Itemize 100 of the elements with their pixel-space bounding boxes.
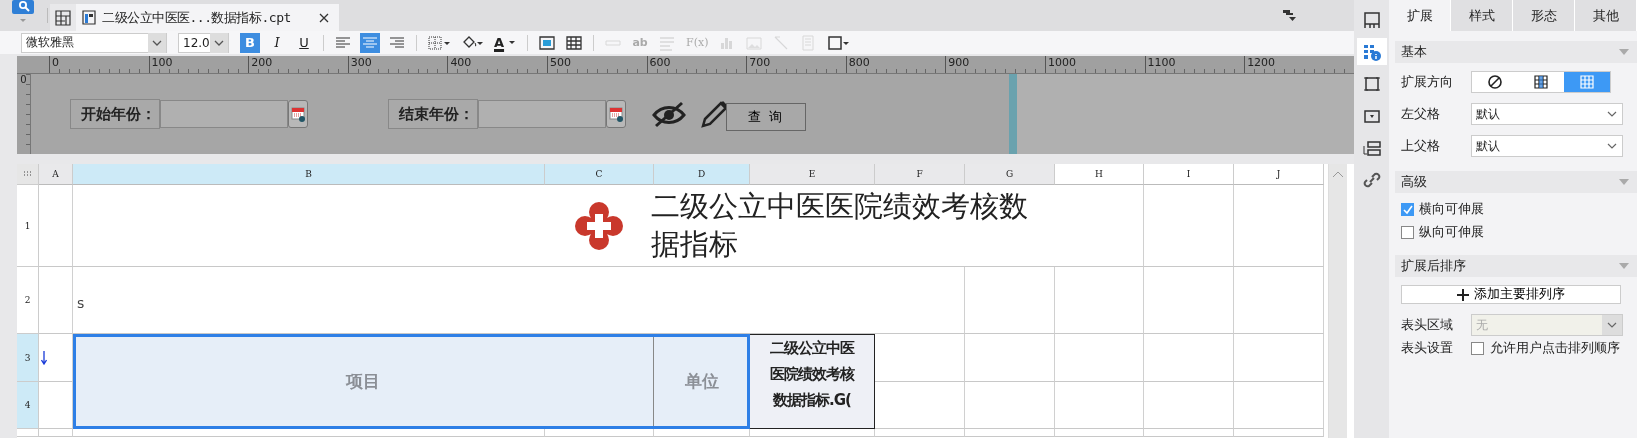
- plus-icon: [1457, 288, 1469, 301]
- row-header[interactable]: 4: [17, 382, 39, 429]
- font-size-select[interactable]: 12.0: [178, 32, 229, 53]
- no-expand-icon: [1487, 74, 1503, 90]
- field-label: 扩展方向: [1401, 73, 1454, 91]
- down-arrow-icon: [41, 350, 47, 365]
- select-all-button[interactable]: [17, 164, 39, 185]
- collapse-caret-icon: [1619, 49, 1629, 55]
- report-title: 二级公立中医医院绩效考核数据指标: [651, 187, 1029, 263]
- ruler-label: 100: [148, 56, 249, 73]
- font-select[interactable]: 微软雅黑: [21, 32, 167, 53]
- image-icon: [746, 34, 763, 51]
- section-title: 高级: [1401, 173, 1427, 191]
- search-icon: [11, 0, 34, 14]
- column-header[interactable]: D: [654, 164, 750, 185]
- ruler-label: 1100: [1144, 56, 1245, 73]
- tab-label: 二级公立中医医...数据指标.cpt: [102, 8, 291, 27]
- ruler-label: 800: [845, 56, 946, 73]
- checkbox[interactable]: [1401, 226, 1414, 239]
- section-title: 扩展后排序: [1401, 257, 1466, 275]
- ruler-label: 1200: [1244, 56, 1344, 73]
- ruler-label: 900: [945, 56, 1045, 73]
- grip-icon: [22, 171, 33, 177]
- row-header[interactable]: [17, 429, 39, 437]
- scroll-up-icon: [1332, 170, 1344, 178]
- column-header[interactable]: B: [73, 164, 545, 185]
- splitter-bar[interactable]: [1009, 74, 1017, 154]
- field-label: 上父格: [1401, 137, 1441, 155]
- add-sort-button[interactable]: 添加主要排列序: [1401, 285, 1621, 304]
- caret-icon: [1602, 315, 1622, 335]
- section-header[interactable]: 扩展后排序: [1395, 255, 1637, 277]
- close-icon[interactable]: [318, 12, 329, 23]
- row-header[interactable]: 3: [17, 334, 39, 382]
- column-header[interactable]: E: [750, 164, 875, 185]
- border-icon: [428, 34, 450, 51]
- calendar-button[interactable]: [606, 100, 626, 128]
- row-header[interactable]: 1: [17, 185, 39, 267]
- collapse-caret-icon: [1619, 179, 1629, 185]
- checkbox[interactable]: [1401, 203, 1414, 216]
- eye-slash-icon: [652, 100, 686, 128]
- parameter-label: 结束年份：: [388, 99, 478, 129]
- ruler-label: 700: [746, 56, 846, 73]
- table-cell: 项目: [73, 334, 654, 429]
- dropdown-field[interactable]: 默认: [1471, 103, 1623, 125]
- section-title: 基本: [1401, 43, 1427, 61]
- calendar-icon: [609, 106, 623, 122]
- column-header[interactable]: G: [965, 164, 1055, 185]
- align-left-icon: [335, 34, 351, 51]
- column-header[interactable]: F: [875, 164, 965, 185]
- calendar-button[interactable]: [288, 100, 308, 128]
- underline-button[interactable]: U: [294, 32, 314, 53]
- panel-tab[interactable]: 形态: [1513, 0, 1575, 31]
- cell-attributes-icon: [1362, 42, 1381, 61]
- square-frame-icon: [1362, 74, 1381, 93]
- panel-tab[interactable]: 其他: [1575, 0, 1637, 31]
- dropdown-field[interactable]: 默认: [1471, 135, 1623, 157]
- field-label: 表头区域: [1401, 316, 1454, 334]
- field-label: 左父格: [1401, 105, 1441, 123]
- caret-icon: [18, 18, 27, 23]
- document-icon: [800, 34, 817, 51]
- dropdown-menu-icon[interactable]: [1282, 8, 1296, 23]
- ruler-label: 1000: [1044, 56, 1145, 73]
- merge-cells-icon: [539, 34, 556, 51]
- ruler-label: 300: [347, 56, 448, 73]
- table-cell: 二级公立中医 医院绩效考核 数据指标.G(: [750, 334, 875, 429]
- checkbox-label: 横向可伸展: [1419, 201, 1484, 218]
- align-center-button[interactable]: [360, 32, 380, 53]
- table-cell: 单位: [654, 334, 750, 429]
- field-label: 表头设置: [1401, 340, 1454, 357]
- slash-icon: [773, 34, 790, 51]
- checkbox-label: 纵向可伸展: [1419, 224, 1484, 241]
- row-header[interactable]: 2: [17, 267, 39, 334]
- query-button[interactable]: 查 询: [726, 102, 806, 131]
- new-tab-button[interactable]: [50, 4, 76, 31]
- date-field[interactable]: [160, 100, 288, 128]
- ruler-label: 0: [49, 56, 149, 73]
- form-icon: [1362, 138, 1381, 157]
- column-header[interactable]: C: [545, 164, 654, 185]
- italic-button[interactable]: I: [267, 32, 287, 53]
- date-field[interactable]: [478, 100, 606, 128]
- ruler-label: 400: [447, 56, 547, 73]
- section-header[interactable]: 高级: [1395, 171, 1637, 193]
- segmented-control[interactable]: [1471, 71, 1611, 93]
- cell-text: s: [77, 295, 85, 311]
- panel-tab[interactable]: 样式: [1451, 0, 1513, 31]
- layout-icon: [1362, 10, 1381, 29]
- align-right-icon: [389, 34, 405, 51]
- column-header[interactable]: A: [39, 164, 73, 185]
- caret-icon: [508, 40, 517, 45]
- checkbox[interactable]: [1471, 342, 1484, 355]
- scrollbar[interactable]: [1328, 164, 1347, 438]
- report-icon: [82, 10, 96, 25]
- cell-attributes-tab[interactable]: [1356, 38, 1387, 65]
- collapse-caret-icon: [1619, 263, 1629, 269]
- font-color-button[interactable]: A: [492, 32, 519, 53]
- link-icon: [1362, 170, 1381, 189]
- document-tab[interactable]: 二级公立中医医...数据指标.cpt: [76, 4, 339, 31]
- section-header[interactable]: 基本: [1395, 41, 1637, 63]
- parameter-label: 开始年份：: [70, 99, 160, 129]
- ruler-label: 0: [19, 74, 28, 85]
